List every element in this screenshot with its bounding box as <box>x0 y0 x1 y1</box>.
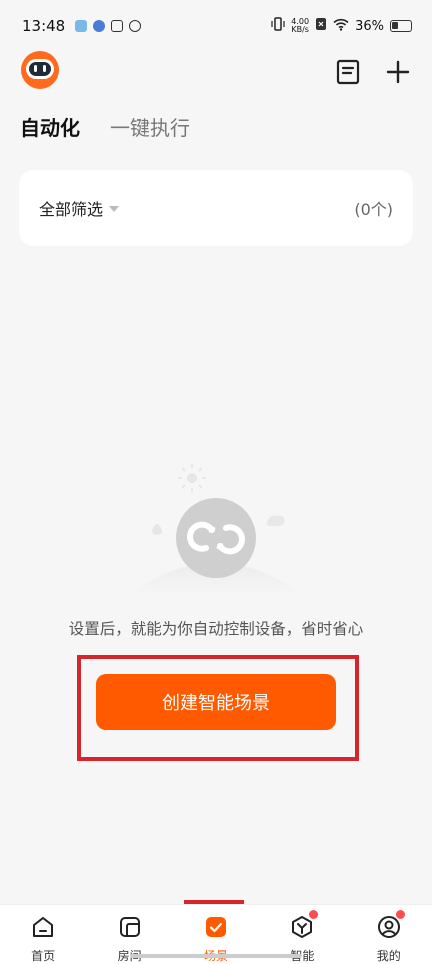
scene-count: (0个) <box>354 200 393 219</box>
room-icon <box>118 915 142 943</box>
document-icon[interactable] <box>334 58 362 86</box>
scene-tabs: 自动化 一键执行 <box>20 112 190 141</box>
notification-icons <box>75 20 142 32</box>
nav-profile[interactable]: 我的 <box>359 910 419 964</box>
nav-home-label: 首页 <box>31 949 56 963</box>
mail-icon <box>111 20 124 32</box>
empty-state-illustration <box>120 460 312 600</box>
create-scene-button[interactable]: 创建智能场景 <box>96 674 336 730</box>
link-icon <box>129 20 142 32</box>
battery-icon <box>390 20 412 32</box>
notification-dot <box>309 910 319 919</box>
net-speed-unit: KB/s <box>291 25 309 34</box>
smart-icon <box>290 915 314 943</box>
top-actions <box>334 58 412 86</box>
wifi-icon <box>333 18 349 35</box>
tab-automation[interactable]: 自动化 <box>20 112 80 141</box>
tab-one-click[interactable]: 一键执行 <box>110 112 190 141</box>
notification-dot <box>395 910 405 919</box>
net-speed: 4.00 KB/s <box>291 18 309 34</box>
nav-home[interactable]: 首页 <box>13 915 73 964</box>
scene-icon <box>204 915 228 943</box>
status-right: 4.00 KB/s 36% <box>271 17 412 35</box>
home-indicator[interactable] <box>130 954 302 958</box>
plus-icon[interactable] <box>384 58 412 86</box>
robot-avatar-icon[interactable] <box>18 50 62 90</box>
profile-icon <box>377 915 401 943</box>
top-bar <box>0 50 432 94</box>
status-bar: 13:48 4.00 KB/s 36% <box>0 0 432 52</box>
battery-percent: 36% <box>355 18 384 34</box>
filter-dropdown-label: 全部筛选 <box>39 200 104 219</box>
vibrate-icon <box>271 17 285 35</box>
status-time: 13:48 <box>22 17 66 35</box>
no-sim-icon <box>315 17 327 35</box>
empty-state-message: 设置后，就能为你自动控制设备，省时省心 <box>68 620 364 638</box>
nav-profile-label: 我的 <box>376 949 401 963</box>
filter-card: 全部筛选 (0个) <box>19 170 413 246</box>
weather-icon <box>75 20 88 32</box>
home-icon <box>31 915 55 943</box>
caret-down-icon <box>109 206 120 212</box>
app-notify-icon <box>93 20 106 32</box>
filter-dropdown[interactable]: 全部筛选 <box>39 196 120 220</box>
